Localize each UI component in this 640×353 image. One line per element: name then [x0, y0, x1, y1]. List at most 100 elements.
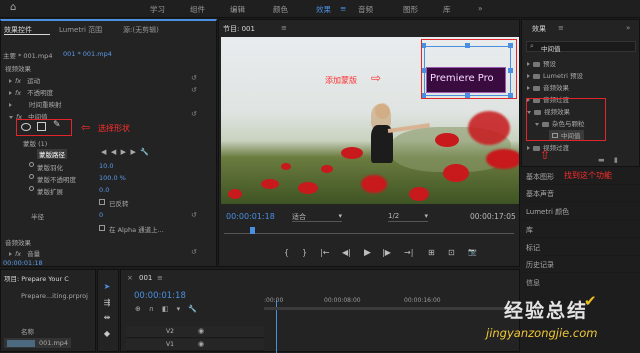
tree-item-audio-effects[interactable]: 音频效果 — [527, 82, 569, 92]
timeline-menu-icon[interactable]: ≡ — [157, 274, 163, 282]
effects-panel-title[interactable]: 效果 — [532, 24, 546, 34]
project-panel-title[interactable]: 项目: Prepare Your C — [4, 273, 69, 283]
track-select-tool-icon[interactable]: ⇶ — [101, 298, 113, 310]
collapse-icon[interactable] — [9, 116, 13, 119]
delete-icon[interactable]: ▮ — [614, 156, 618, 164]
project-item[interactable]: 001.mp4 — [4, 338, 72, 348]
fit-dropdown[interactable]: 适合 ▾ — [292, 212, 342, 222]
stopwatch-icon[interactable] — [29, 162, 34, 167]
name-column-header[interactable]: 名称 — [21, 326, 34, 336]
ellipse-mask-icon[interactable] — [21, 123, 31, 131]
reset-icon[interactable]: ↺ — [191, 74, 197, 82]
effect-controls-timecode[interactable]: 00:00:01:18 — [3, 259, 43, 267]
stopwatch-icon[interactable] — [29, 174, 34, 179]
new-bin-icon[interactable]: ▬ — [598, 156, 605, 164]
divider — [521, 184, 640, 185]
expand-icon[interactable] — [9, 91, 12, 95]
workspace-libraries[interactable]: 库 — [443, 4, 451, 15]
program-monitor-title[interactable]: 节目: 001 — [223, 24, 255, 34]
inverted-checkbox[interactable] — [99, 199, 105, 205]
workspace-graphics[interactable]: 图形 — [403, 4, 418, 15]
extract-button[interactable]: ⊡ — [448, 248, 455, 257]
track-header-v1[interactable]: V1 ◉ — [126, 339, 264, 351]
fx-icon: fx — [15, 89, 22, 97]
mark-in-button[interactable]: { — [284, 248, 289, 257]
timeline-timecode[interactable]: 00:00:01:18 — [134, 291, 186, 301]
check-icon: ✔ — [584, 292, 597, 310]
effect-row-opacity[interactable]: fx 不透明度 — [9, 87, 53, 97]
eye-icon[interactable]: ◉ — [198, 340, 204, 348]
reset-icon[interactable]: ↺ — [191, 86, 197, 94]
mask-expansion-value[interactable]: 0.0 — [99, 186, 109, 194]
effect-row-motion[interactable]: fx 运动 — [9, 75, 40, 85]
step-back-button[interactable]: ◀| — [342, 248, 351, 257]
effect-row-volume[interactable]: fx 音量 — [9, 248, 40, 258]
playhead-marker[interactable] — [250, 227, 255, 234]
mask-label[interactable]: 蒙版 (1) — [23, 138, 47, 148]
mask-opacity-value[interactable]: 100.0 % — [99, 174, 126, 182]
track-header-v2[interactable]: V2 ◉ — [126, 326, 264, 338]
program-timecode[interactable]: 00:00:01:18 — [226, 212, 275, 221]
timeline-seq-tab[interactable]: 001 — [139, 274, 152, 282]
effect-row-time-remap[interactable]: 时间重映射 — [9, 99, 62, 109]
workspace-assembly[interactable]: 组件 — [190, 4, 205, 15]
expand-icon[interactable] — [9, 103, 12, 107]
rectangle-mask-icon[interactable] — [37, 122, 46, 131]
expand-icon[interactable] — [9, 79, 12, 83]
selection-tool-icon[interactable]: ➤ — [101, 282, 113, 294]
play-button[interactable]: ▶ — [364, 248, 371, 258]
tree-item-lumetri-presets[interactable]: Lumetri 预设 — [527, 70, 583, 80]
export-frame-button[interactable]: 📷 — [468, 248, 477, 256]
watermark-url: jingyanzongjie.com — [486, 326, 598, 340]
poppy-flower — [228, 189, 242, 199]
reset-icon[interactable]: ↺ — [191, 248, 197, 256]
mask-feather-value[interactable]: 10.0 — [99, 162, 113, 170]
stopwatch-icon[interactable] — [29, 186, 34, 191]
effects-search-box[interactable]: ⌕ 中间值 — [526, 41, 636, 53]
reset-icon[interactable]: ↺ — [191, 110, 197, 118]
mark-out-button[interactable]: } — [302, 248, 307, 257]
tab-source[interactable]: 源:(无剪辑) — [123, 25, 159, 35]
ripple-edit-tool-icon[interactable]: ⇹ — [101, 313, 113, 325]
program-video-frame[interactable]: Premiere Pro 添加蒙版 ⇨ — [221, 37, 519, 204]
panel-lumetri-color[interactable]: Lumetri 颜色 — [526, 207, 569, 217]
timeline-close-icon[interactable]: × — [127, 274, 133, 282]
eye-icon[interactable]: ◉ — [198, 327, 204, 335]
workspace-editing[interactable]: 编辑 — [230, 4, 245, 15]
radius-value[interactable]: 0 — [99, 211, 103, 219]
alpha-checkbox[interactable] — [99, 225, 105, 231]
program-menu-icon[interactable]: ≡ — [281, 24, 287, 32]
panel-markers[interactable]: 标记 — [526, 243, 540, 253]
program-scrubber[interactable] — [224, 227, 514, 234]
tab-lumetri-scopes[interactable]: Lumetri 范围 — [59, 25, 102, 35]
tree-item-presets[interactable]: 预设 — [527, 58, 556, 68]
panel-libraries[interactable]: 库 — [526, 225, 533, 235]
sequence-clip-label[interactable]: 001 * 001.mp4 — [63, 50, 112, 58]
timeline-tools[interactable]: ⊕∩◧▾🔧 — [135, 305, 205, 313]
workspace-audio[interactable]: 音频 — [358, 4, 373, 15]
workspace-more[interactable]: » — [478, 4, 483, 13]
workspace-effects[interactable]: 效果 — [316, 4, 331, 15]
panel-info[interactable]: 信息 — [526, 278, 540, 288]
quality-dropdown[interactable]: 1/2 ▾ — [388, 212, 428, 222]
home-icon[interactable]: ⌂ — [10, 2, 16, 13]
workspace-learn[interactable]: 学习 — [150, 4, 165, 15]
go-to-in-button[interactable]: |← — [320, 248, 329, 257]
lift-button[interactable]: ⊞ — [428, 248, 435, 257]
workspace-color[interactable]: 颜色 — [273, 4, 288, 15]
pen-mask-icon[interactable]: ✎ — [53, 120, 61, 130]
go-to-out-button[interactable]: →| — [404, 248, 413, 257]
workspace-menu-icon[interactable]: ≡ — [340, 4, 346, 13]
master-clip-label[interactable]: 主要 * 001.mp4 — [3, 50, 52, 60]
mask-path-controls[interactable]: ◀ ◀ ▶ ▶ 🔧 — [101, 148, 149, 156]
step-forward-button[interactable]: |▶ — [382, 248, 391, 257]
reset-icon[interactable]: ↺ — [191, 211, 197, 219]
panel-history[interactable]: 历史记录 — [526, 260, 554, 270]
razor-tool-icon[interactable]: ◆ — [101, 329, 113, 341]
effects-menu-icon[interactable]: ≡ — [558, 24, 564, 32]
panel-essential-sound[interactable]: 基本声音 — [526, 189, 554, 199]
expand-icon[interactable] — [9, 252, 12, 256]
panel-essential-graphics[interactable]: 基本图形 — [526, 172, 554, 182]
effects-more[interactable]: » — [626, 24, 630, 32]
timeline-workarea[interactable] — [264, 307, 519, 310]
